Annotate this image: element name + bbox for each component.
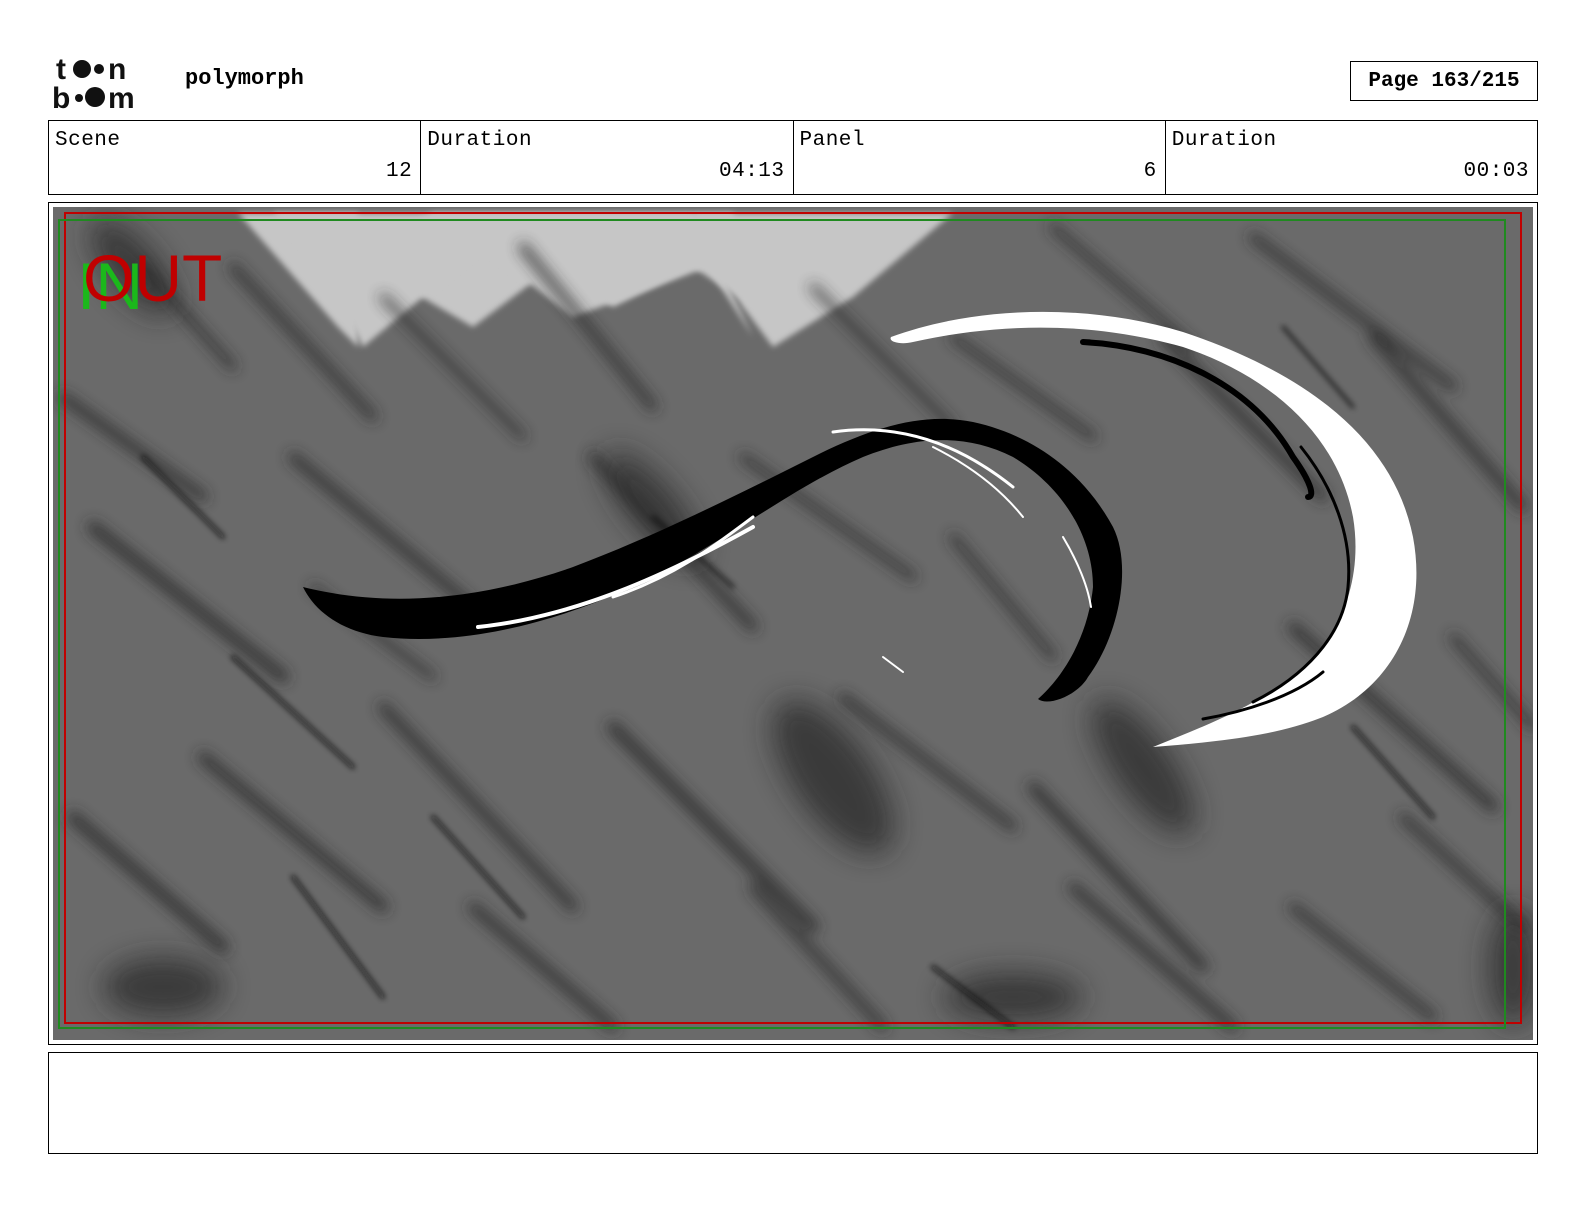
scene-duration-value: 04:13 [718, 160, 785, 183]
scene-value: 12 [386, 160, 413, 183]
panel-duration-cell: Duration 00:03 [1166, 121, 1537, 194]
panel-cell: Panel 6 [794, 121, 1166, 194]
project-title: polymorph [185, 66, 304, 91]
panel-drawing: IN OUT [53, 207, 1533, 1040]
panel-info-table: Scene 12 Duration 04:13 Panel 6 Duration… [48, 120, 1538, 195]
panel-label: Panel [799, 129, 866, 152]
panel-duration-label: Duration [1171, 129, 1277, 152]
panel-value: 6 [1143, 160, 1157, 183]
panel-duration-value: 00:03 [1463, 160, 1529, 183]
svg-text:b: b [52, 82, 70, 112]
scene-label: Scene [55, 129, 121, 152]
panel-notes [48, 1052, 1538, 1154]
scene-cell: Scene 12 [49, 121, 422, 194]
panel-frame: IN OUT [48, 202, 1538, 1045]
toon-boom-logo: t n b m [52, 53, 135, 112]
scene-duration-cell: Duration 04:13 [421, 121, 794, 194]
page-indicator: Page 163/215 [1350, 61, 1538, 101]
svg-text:m: m [108, 82, 135, 112]
scene-duration-label: Duration [427, 129, 533, 152]
out-marker: OUT [83, 241, 222, 315]
notes-text [49, 1053, 1537, 1069]
